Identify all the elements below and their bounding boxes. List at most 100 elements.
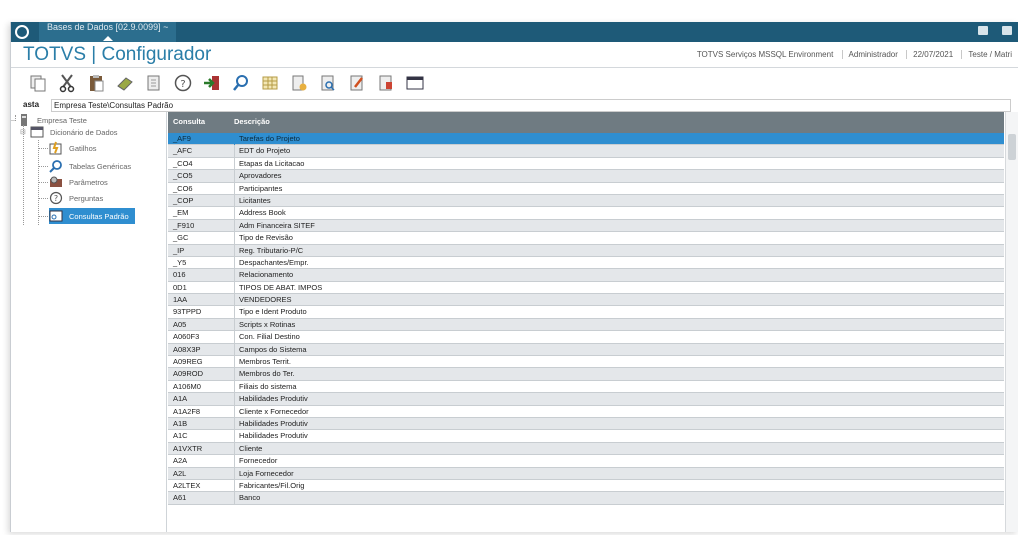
cell-descricao: Scripts x Rotinas bbox=[234, 318, 295, 331]
cell-consulta: _GC bbox=[173, 233, 189, 243]
edit-icon[interactable] bbox=[346, 72, 368, 94]
export-icon[interactable] bbox=[288, 72, 310, 94]
query-icon bbox=[49, 209, 63, 223]
tree-item-dicionario[interactable]: ⊟ Dicionário de Dados bbox=[20, 124, 118, 140]
cell-descricao: Address Book bbox=[234, 207, 286, 220]
cell-consulta: 93TPPD bbox=[173, 307, 202, 317]
preview-icon[interactable] bbox=[317, 72, 339, 94]
table-row[interactable]: A09REG Membros Territ. bbox=[168, 356, 1004, 369]
table-row[interactable]: 1AA VENDEDORES bbox=[168, 294, 1004, 307]
tree-item-tabelas[interactable]: Tabelas Genéricas bbox=[49, 158, 131, 174]
column-header-descricao[interactable]: Descrição bbox=[234, 117, 270, 126]
exit-icon[interactable] bbox=[201, 72, 223, 94]
table-row[interactable]: A1VXTR Cliente bbox=[168, 442, 1004, 456]
trigger-icon bbox=[49, 141, 63, 155]
grid-body: _AF9 Tarefas do Projeto _AFC EDT do Projeto… bbox=[168, 133, 1004, 505]
tree-item-perguntas[interactable]: ? Perguntas bbox=[49, 190, 103, 206]
table-row[interactable]: A09ROD Membros do Ter. bbox=[168, 368, 1004, 381]
table-row[interactable]: _CO5 Aprovadores bbox=[168, 170, 1004, 183]
totvs-logo-icon[interactable] bbox=[15, 25, 29, 39]
navigation-tree: – Empresa Teste ⊟ Dicionário de Dados Ga… bbox=[11, 112, 167, 532]
paste-icon[interactable] bbox=[85, 72, 107, 94]
search-icon[interactable] bbox=[230, 72, 252, 94]
svg-text:?: ? bbox=[180, 79, 185, 90]
table-row[interactable]: A1A2F8 Cliente x Fornecedor bbox=[168, 405, 1004, 418]
cell-descricao: TIPOS DE ABAT. IMPOS bbox=[234, 281, 322, 294]
path-bar-label: asta bbox=[23, 100, 40, 109]
cell-consulta: A1VXTR bbox=[173, 443, 203, 453]
company-label[interactable]: Teste / Matri bbox=[961, 50, 1018, 59]
table-row[interactable]: A060F3 Con. Filial Destino bbox=[168, 331, 1004, 344]
cell-descricao: Fornecedor bbox=[234, 455, 277, 468]
table-row[interactable]: _IP Reg. Tributario-P/C bbox=[168, 244, 1004, 257]
table-row[interactable]: _CO6 Participantes bbox=[168, 182, 1004, 195]
table-row[interactable]: _F910 Adm Financeira SITEF bbox=[168, 219, 1004, 233]
scrollbar-thumb[interactable] bbox=[1008, 134, 1016, 160]
app-window: Bases de Dados [02.9.0099] ~ TOTVS | Con… bbox=[10, 22, 1018, 532]
table-row[interactable]: A1C Habilidades Produtiv bbox=[168, 430, 1004, 443]
table-row[interactable]: A1A Habilidades Produtiv bbox=[168, 393, 1004, 406]
table-row[interactable]: A1B Habilidades Produtiv bbox=[168, 417, 1004, 431]
cell-consulta: A106M0 bbox=[173, 381, 201, 391]
cell-descricao: VENDEDORES bbox=[234, 294, 292, 307]
report-icon[interactable] bbox=[375, 72, 397, 94]
grid-icon[interactable] bbox=[259, 72, 281, 94]
tree-item-label: Consultas Padrão bbox=[69, 211, 129, 221]
cell-consulta: A08X3P bbox=[173, 344, 201, 354]
cell-descricao: Con. Filial Destino bbox=[234, 331, 300, 344]
table-row[interactable]: A2L Loja Fornecedor bbox=[168, 467, 1004, 480]
svg-text:?: ? bbox=[54, 194, 58, 203]
table-row[interactable]: 93TPPD Tipo e Ident Produto bbox=[168, 306, 1004, 319]
table-row[interactable]: _AFC EDT do Projeto bbox=[168, 145, 1004, 158]
top-bar: Bases de Dados [02.9.0099] ~ bbox=[11, 22, 1018, 42]
breadcrumb[interactable]: Empresa Teste\Consultas Padrão bbox=[51, 99, 1011, 112]
table-row[interactable]: _AF9 Tarefas do Projeto bbox=[168, 133, 1004, 146]
table-row[interactable]: _Y5 Despachantes/Empr. bbox=[168, 256, 1004, 270]
tree-item-parametros[interactable]: Parâmetros bbox=[49, 174, 108, 190]
table-row[interactable]: _CO4 Etapas da Licitacao bbox=[168, 157, 1004, 171]
cut-icon[interactable] bbox=[56, 72, 78, 94]
table-row[interactable]: 0D1 TIPOS DE ABAT. IMPOS bbox=[168, 281, 1004, 295]
table-row[interactable]: A61 Banco bbox=[168, 492, 1004, 505]
table-row[interactable]: A106M0 Filiais do sistema bbox=[168, 380, 1004, 394]
tree-item-consultas[interactable]: Consultas Padrão bbox=[49, 208, 135, 224]
table-row[interactable]: A2LTEX Fabricantes/Fil.Orig bbox=[168, 479, 1004, 493]
cell-descricao: EDT do Projeto bbox=[234, 145, 290, 158]
table-row[interactable]: A08X3P Campos do Sistema bbox=[168, 343, 1004, 357]
eraser-icon[interactable] bbox=[114, 72, 136, 94]
cell-consulta: _AF9 bbox=[173, 134, 191, 143]
cell-descricao: Reg. Tributario-P/C bbox=[234, 244, 303, 257]
settings-icon[interactable] bbox=[1002, 26, 1012, 35]
cell-descricao: Campos do Sistema bbox=[234, 343, 307, 356]
table-row[interactable]: _COP Licitantes bbox=[168, 194, 1004, 208]
cell-descricao: Relacionamento bbox=[234, 269, 293, 282]
cell-consulta: A1B bbox=[173, 418, 188, 428]
window-icon[interactable] bbox=[404, 72, 426, 94]
cell-descricao: Despachantes/Empr. bbox=[234, 256, 309, 269]
query-grid: Consulta Descrição _AF9 Tarefas do Projet… bbox=[168, 112, 1004, 532]
table-row[interactable]: 016 Relacionamento bbox=[168, 269, 1004, 282]
table-row[interactable]: A05 Scripts x Rotinas bbox=[168, 318, 1004, 332]
database-label: Bases de Dados [02.9.0099] ~ bbox=[47, 22, 169, 32]
cell-descricao: Habilidades Produtiv bbox=[234, 417, 308, 430]
column-header-consulta[interactable]: Consulta bbox=[173, 117, 205, 126]
table-row[interactable]: A2A Fornecedor bbox=[168, 455, 1004, 468]
cell-descricao: Adm Financeira SITEF bbox=[234, 219, 315, 232]
messages-icon[interactable] bbox=[978, 26, 988, 35]
document-icon[interactable] bbox=[143, 72, 165, 94]
help-icon[interactable]: ? bbox=[172, 72, 194, 94]
table-row[interactable]: _EM Address Book bbox=[168, 207, 1004, 220]
table-row[interactable]: _GC Tipo de Revisão bbox=[168, 232, 1004, 245]
cell-consulta: 016 bbox=[173, 270, 186, 280]
tree-item-gatilhos[interactable]: Gatilhos bbox=[49, 140, 97, 156]
cell-consulta: A09ROD bbox=[173, 369, 204, 379]
vertical-scrollbar[interactable] bbox=[1005, 112, 1018, 532]
title-bar: TOTVS | Configurador TOTVS Serviços MSSQ… bbox=[11, 42, 1018, 68]
database-selector[interactable]: Bases de Dados [02.9.0099] ~ bbox=[39, 22, 177, 42]
cell-descricao: Habilidades Produtiv bbox=[234, 430, 308, 443]
cell-descricao: Cliente x Fornecedor bbox=[234, 405, 309, 418]
copy-icon[interactable] bbox=[27, 72, 49, 94]
table-icon bbox=[30, 125, 44, 139]
question-icon: ? bbox=[49, 191, 63, 205]
cell-descricao: Tarefas do Projeto bbox=[234, 133, 300, 145]
